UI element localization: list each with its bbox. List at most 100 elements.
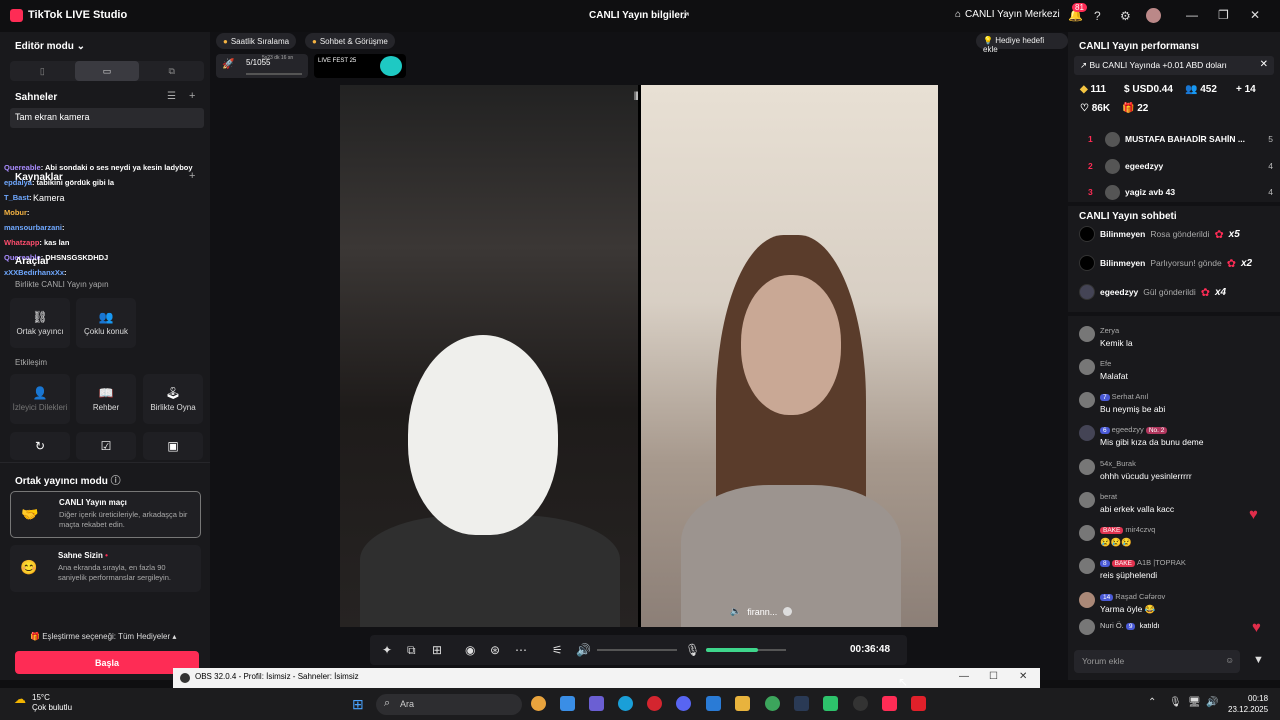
maximize-button[interactable]: ❐ <box>1218 8 1229 22</box>
effects-icon[interactable]: ⊛ <box>490 643 500 657</box>
edge-icon[interactable] <box>618 696 633 711</box>
guide-label: Rehber <box>92 403 120 412</box>
folder-icon[interactable] <box>735 696 750 711</box>
help-icon[interactable]: ? <box>1094 9 1101 23</box>
diamond-icon: ◆ <box>1080 84 1088 95</box>
chrome-2-icon[interactable] <box>765 696 780 711</box>
portrait-tab[interactable]: ▯ <box>10 61 75 81</box>
avatar <box>1079 255 1095 271</box>
close-icon[interactable]: ✕ <box>1260 59 1268 70</box>
mic-tray-icon[interactable]: 🎙 <box>1169 697 1182 708</box>
right-panel: CANLI Yayın performansı ↗ Bu CANLI Yayın… <box>1068 32 1280 680</box>
viewer-label: İzleyici Dilekleri <box>12 403 68 412</box>
layout-add-icon[interactable]: ⊞ <box>432 643 442 657</box>
chevron-up-icon[interactable]: ⌃ <box>1148 697 1156 708</box>
teams-icon[interactable] <box>589 696 604 711</box>
tiktok-taskbar-icon[interactable] <box>882 696 897 711</box>
joystick-icon: 🕹 <box>165 386 181 400</box>
info-icon[interactable]: ⓘ <box>111 476 121 487</box>
store-icon[interactable] <box>560 696 575 711</box>
comment-user: egeedzyy <box>1111 425 1144 434</box>
opera-icon[interactable] <box>647 696 662 711</box>
rotate-tab[interactable]: ⧉ <box>139 61 204 81</box>
multiguest-tool[interactable]: 👥 Çoklu konuk <box>76 298 136 348</box>
more-icon[interactable]: ⋯ <box>515 643 527 657</box>
minimize-button[interactable]: — <box>1186 8 1198 22</box>
chrome-icon[interactable] <box>531 696 546 711</box>
viewer-wishes-tool[interactable]: 👤 İzleyici Dilekleri <box>10 374 70 424</box>
avatar <box>1079 525 1095 541</box>
add-scene-icon[interactable]: + <box>189 90 195 102</box>
windows-start-icon[interactable]: ⊞ <box>352 696 364 713</box>
list-icon[interactable]: ☰ <box>167 91 176 102</box>
guest-video[interactable] <box>641 85 938 627</box>
host-video[interactable] <box>340 85 638 627</box>
scenes-heading: Sahneler <box>15 92 58 103</box>
gear-icon[interactable]: ⚙ <box>1120 9 1131 23</box>
layout-icon[interactable]: ⫴ <box>634 91 639 104</box>
discord-icon[interactable] <box>676 696 691 711</box>
taskbar-search[interactable]: ⌕ Ara <box>376 694 522 715</box>
comment-text: Malafat <box>1100 371 1128 381</box>
rank-row[interactable]: 3 yagiz avb 43 4 <box>1088 182 1273 202</box>
trend-icon: ↗ <box>1080 60 1088 70</box>
overlay-line: T_Bast: <box>4 193 32 202</box>
obs-window-bar[interactable]: OBS 32.0.4 - Profil: İsimsiz - Sahneler:… <box>173 668 1040 688</box>
share-icon[interactable]: ↗ <box>681 9 693 22</box>
live-match-card[interactable]: 🤝 CANLI Yayın maçı Diğer içerik üreticil… <box>10 491 201 538</box>
weather-widget[interactable]: ☁ 15°C Çok bulutlu <box>14 693 72 713</box>
mail-icon[interactable] <box>706 696 721 711</box>
record-icon[interactable]: ◉ <box>465 643 475 657</box>
close-button[interactable]: ✕ <box>1250 8 1260 22</box>
editor-mode-dropdown[interactable]: Editör modu ⌄ <box>15 41 85 52</box>
avatar[interactable] <box>1146 8 1161 23</box>
playtogether-tool[interactable]: 🕹 Birlikte Oyna <box>143 374 203 424</box>
match-option[interactable]: 🎁 Eşleştirme seçeneği: Tüm Hediyeler ▴ <box>30 632 176 641</box>
cohost-tool[interactable]: ⛓ Ortak yayıncı <box>10 298 70 348</box>
level-badge: 6 <box>1100 427 1110 434</box>
title-bar: TikTok LIVE Studio CANLI Yayın bilgileri… <box>0 0 1280 32</box>
stage-card[interactable]: 😊 Sahne Sizin • Ana ekranda sırayla, en … <box>10 545 201 592</box>
guest-more-icon[interactable] <box>783 607 793 616</box>
gift-goal-button[interactable]: 💡 Hediye hedefi ekle <box>976 33 1068 54</box>
magic-wand-icon[interactable]: ✦ <box>382 643 392 657</box>
mixer-icon[interactable]: ⚟ <box>552 643 563 657</box>
pill1-label: Saatlik Sıralama <box>230 36 290 46</box>
mic-slider[interactable] <box>706 648 786 652</box>
filter-icon[interactable]: ▼ <box>1253 654 1264 666</box>
network-icon[interactable]: 🖥 <box>1188 697 1201 708</box>
tool-extra-3[interactable]: ▣ <box>143 432 203 460</box>
rank-row[interactable]: 2 egeedzyy 4 <box>1088 156 1273 176</box>
screen-add-icon[interactable]: ⧉ <box>407 643 416 658</box>
scene-item[interactable]: Tam ekran kamera <box>10 108 204 128</box>
overlay-line: xXXBedirhanxXx: <box>4 268 67 277</box>
level-badge: 9 <box>1125 623 1136 630</box>
start-button[interactable]: Başla <box>15 651 199 674</box>
rank-row[interactable]: 1 MUSTAFA BAHADİR SAHİN ... 5 <box>1088 129 1273 149</box>
tool-extra-2[interactable]: ☑ <box>76 432 136 460</box>
obs-maximize-button[interactable]: ☐ <box>989 671 998 682</box>
app-green-icon[interactable] <box>823 696 838 711</box>
comment-input[interactable]: Yorum ekle ☺ <box>1074 650 1240 673</box>
emoji-icon[interactable]: ☺ <box>1225 655 1234 665</box>
speaker-icon[interactable]: 🔈 <box>730 606 741 617</box>
live-info-title[interactable]: CANLI Yayın bilgileri <box>589 10 687 21</box>
avatar <box>1079 226 1095 242</box>
obs-taskbar-icon[interactable] <box>853 696 868 711</box>
guide-tool[interactable]: 📖 Rehber <box>76 374 136 424</box>
youtube-icon[interactable] <box>911 696 926 711</box>
volume-icon[interactable]: 🔊 <box>576 643 591 657</box>
steam-icon[interactable] <box>794 696 809 711</box>
obs-close-button[interactable]: ✕ <box>1019 671 1027 682</box>
live-center-link[interactable]: ⌂ CANLI Yayın Merkezi <box>955 9 1060 20</box>
clock[interactable]: 00:18 23.12.2025 <box>1228 693 1268 715</box>
mic-icon[interactable]: 🎙 <box>685 643 700 657</box>
obs-minimize-button[interactable]: — <box>959 671 969 682</box>
tool-extra-1[interactable]: ↻ <box>10 432 70 460</box>
speaker-icon[interactable]: 🔊 <box>1206 697 1218 708</box>
volume-slider[interactable] <box>597 649 677 651</box>
chat-call-pill[interactable]: ● Sohbet & Görüşme <box>305 33 395 49</box>
hourly-ranking-pill[interactable]: ● Saatlik Sıralama <box>216 33 297 49</box>
avatar <box>1105 131 1120 147</box>
landscape-tab[interactable]: ▭ <box>74 61 140 81</box>
